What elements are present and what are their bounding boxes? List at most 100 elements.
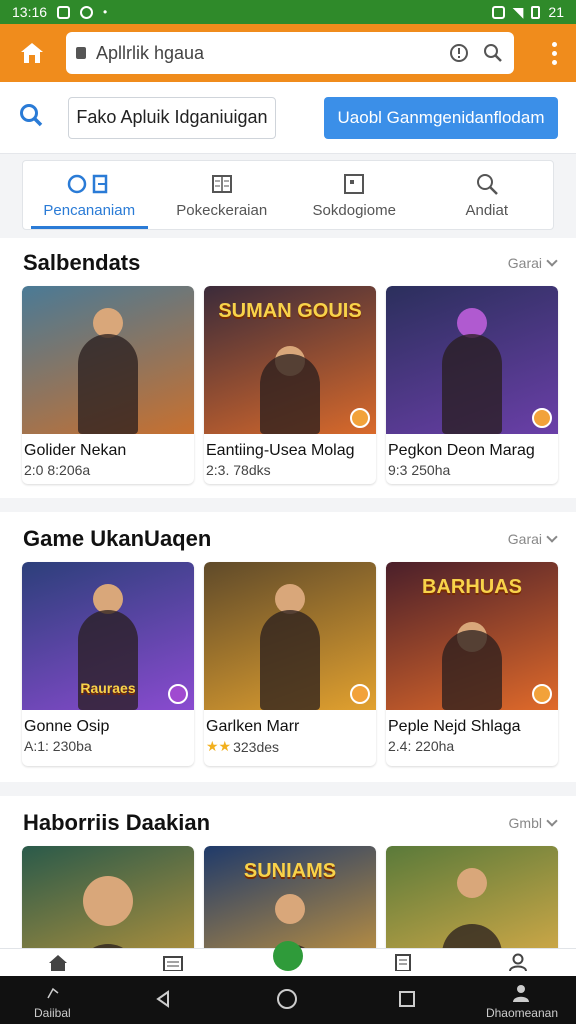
rating-stars-icon: ★★ [206,738,232,754]
search-icon[interactable] [18,102,48,133]
game-thumbnail: BARHUAS [386,562,558,710]
game-card[interactable]: BARHUAS Peple Nejd Shlaga 2.4: 220ha [386,562,558,766]
game-card[interactable]: Garlken Marr ★★ 323des [204,562,376,766]
status-time: 13:16 [12,4,48,20]
tab-andiat[interactable]: Andiat [421,161,554,229]
game-thumbnail: SUNIAMS [204,846,376,948]
section-title: Salbendats [23,250,141,275]
back-icon[interactable] [152,988,174,1010]
see-more-label: Gmbl [508,815,542,831]
tab-sokdogiome[interactable]: Sokdogiome [288,161,421,229]
game-thumbnail: Rauraes [22,562,194,710]
game-thumbnail [204,562,376,710]
game-meta: 2.4: 220ha [388,738,455,754]
search-icon [475,172,499,196]
tab-pokeckeraian[interactable]: Pokeckeraian [156,161,289,229]
tab-label: Andiat [465,201,509,219]
lock-icon [76,47,86,59]
see-more-label: Garai [507,531,542,547]
nav-document[interactable] [346,948,461,976]
game-name: Golider Nekan [24,442,127,459]
home-icon [21,43,43,63]
sync-icon [80,5,94,19]
tag-icon [66,172,112,196]
game-name: Garlken Marr [206,718,300,735]
game-meta: 9:3 250ha [388,462,451,478]
game-name: Gonne Osip [24,718,110,735]
game-card[interactable]: Pegkon Deon Marag 9:3 250ha [386,286,558,484]
dot-icon: • [103,5,108,19]
badge-icon [350,684,370,704]
nav-profile[interactable] [461,948,576,976]
see-more-label: Garai [507,255,542,271]
section-title: Game UkanUaqen [23,526,212,551]
badge-icon [532,408,552,428]
game-meta: 323des [233,738,280,755]
battery-icon [531,5,541,19]
search-icon[interactable] [482,42,504,64]
search-button[interactable]: Uaobl Ganmgenidanflodam [324,96,558,139]
bottom-navigation [0,941,576,976]
game-card[interactable] [386,846,558,948]
account-icon[interactable] [510,982,532,1004]
tab-label: Pokeckeraian [176,201,268,219]
section-title: Haborriis Daakian [23,810,211,835]
game-card[interactable]: SUNIAMS [204,846,376,948]
game-card[interactable]: Rauraes Gonne Osip A:1: 230ba [22,562,194,766]
nav-play[interactable] [230,941,345,976]
game-thumbnail [22,286,194,434]
game-name: Pegkon Deon Marag [388,442,535,459]
category-tabs: Pencananiam Pokeckeraian Sokdogiome Andi… [22,160,554,230]
game-card[interactable]: SUMAN GOUIS Eantiing-Usea Molag 2:3. 78d… [204,286,376,484]
game-logo: SUNIAMS [243,860,337,882]
info-icon[interactable] [448,42,470,64]
badge-icon [168,684,188,704]
search-row: Fako Apluik Idganiuigan Uaobl Ganmgenida… [0,82,576,154]
game-logo: SUMAN GOUIS [218,300,362,322]
chevron-down-icon [546,815,558,827]
see-more-link[interactable]: Garai [507,531,558,547]
system-left-label: Daiibal [34,1006,71,1020]
overflow-menu-icon[interactable] [542,41,566,65]
game-thumbnail [22,846,194,948]
game-logo: Rauraes [80,680,136,696]
play-icon [273,941,303,971]
game-name: Peple Nejd Shlaga [388,718,521,735]
game-thumbnail [386,286,558,434]
grid-icon [343,172,365,196]
badge-icon [532,684,552,704]
home-icon [48,955,67,971]
section-game-ukanuaqen: Game UkanUaqen Garai Rauraes Gonne Osip … [0,512,576,782]
game-card[interactable]: Golider Nekan 2:0 8:206a [22,286,194,484]
recents-icon[interactable] [396,988,418,1010]
see-more-link[interactable]: Gmbl [508,815,558,831]
system-right-label: Dhaomeanan [485,1006,558,1020]
tab-label: Sokdogiome [312,201,396,219]
game-meta: A:1: 230ba [24,738,92,754]
section-haborriis-daakian: Haborriis Daakian Gmbl SUNIAMS [0,796,576,948]
nav-news[interactable] [115,948,230,976]
home-button[interactable] [10,31,54,75]
system-navigation-bar: Daiibal Dhaomeanan [0,976,576,1024]
profile-icon [509,953,528,971]
home-circle-icon[interactable] [276,988,298,1010]
search-input[interactable]: Fako Apluik Idganiuigan [68,96,276,139]
game-meta: 2:3. 78dks [206,462,271,478]
status-bar: 13:16 • ◥ 21 [0,0,576,24]
tab-label: Pencananiam [43,201,136,219]
notification-icon [57,5,71,19]
chevron-down-icon [546,255,558,267]
url-text: Apllrlik hgaua [96,42,205,63]
nav-home[interactable] [0,948,115,976]
address-bar[interactable]: Apllrlik hgaua [66,32,514,74]
browser-toolbar: Apllrlik hgaua [0,24,576,82]
news-icon [162,956,183,971]
game-logo: BARHUAS [422,576,522,598]
see-more-link[interactable]: Garai [507,255,558,271]
game-name: Eantiing-Usea Molag [206,442,355,459]
tab-pencananiam[interactable]: Pencananiam [23,161,156,229]
game-card[interactable] [22,846,194,948]
section-salbendats: Salbendats Garai Golider Nekan 2:0 8:206… [0,238,576,498]
gesture-icon[interactable] [42,982,64,1004]
game-meta: 2:0 8:206a [24,462,91,478]
